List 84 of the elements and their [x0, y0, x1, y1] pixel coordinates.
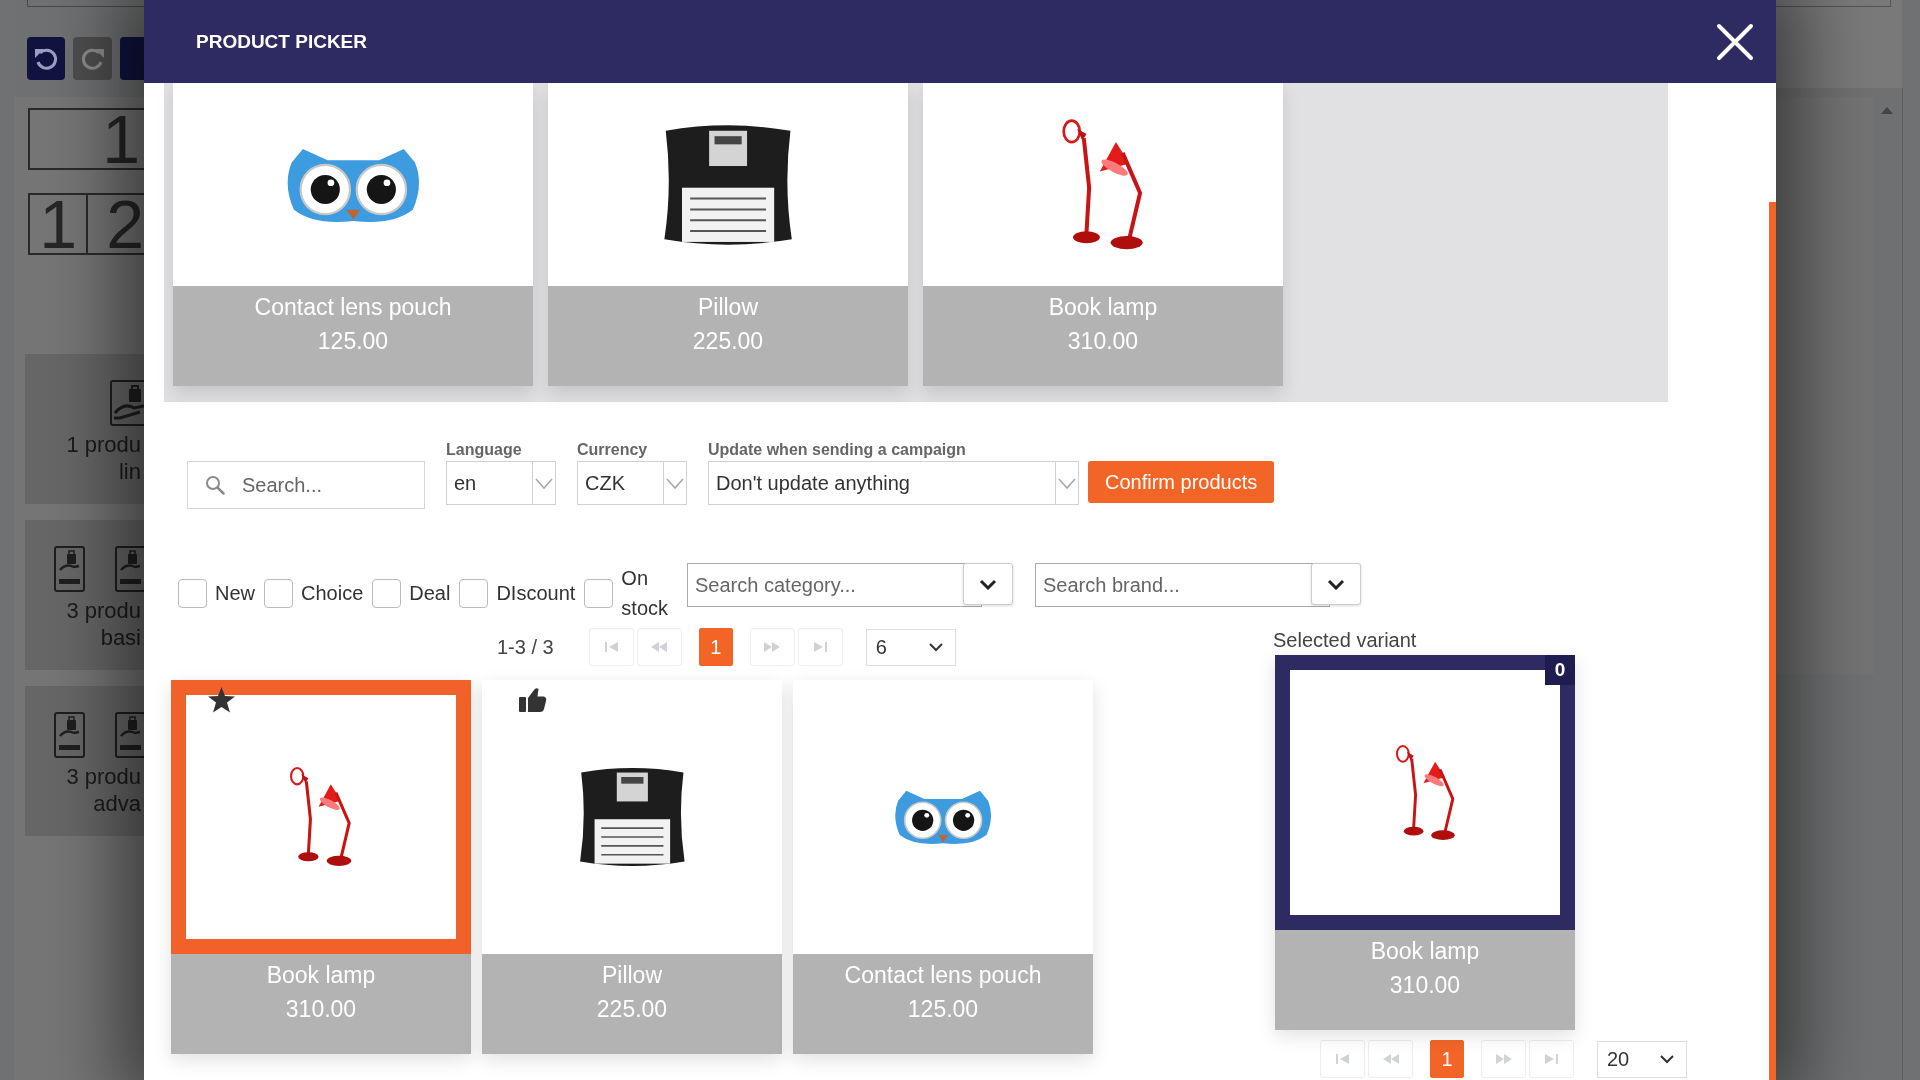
product-name: Book lamp	[266, 961, 376, 990]
chevron-down-icon	[666, 477, 684, 489]
product-name: Book lamp	[1370, 937, 1480, 966]
block-title: 1 produ lin	[66, 431, 142, 485]
field-label: Currency	[577, 440, 648, 460]
checkbox[interactable]	[459, 578, 489, 608]
search-field[interactable]: Search...	[187, 461, 425, 509]
per-page-select[interactable]: 20	[1597, 1040, 1687, 1078]
text-field[interactable]	[27, 0, 144, 7]
product-name: Pillow	[697, 293, 759, 322]
double-left-arrow-icon	[651, 642, 668, 652]
hand-bag-icon	[115, 546, 144, 592]
skip-end-icon	[1545, 1054, 1558, 1064]
chevron-down-icon	[1058, 477, 1076, 489]
checkbox[interactable]	[178, 578, 207, 608]
chevron-down-icon	[1327, 578, 1346, 590]
chevron-down-icon	[1660, 1054, 1674, 1064]
dropdown-button[interactable]	[963, 563, 1014, 605]
product-price: 310.00	[1389, 971, 1461, 1000]
skip-end-icon	[813, 642, 827, 652]
product-name: Pillow	[601, 961, 663, 990]
close-icon[interactable]	[1716, 22, 1754, 61]
category-search-field[interactable]: Search category...	[687, 563, 983, 607]
column-number: 1	[30, 195, 89, 253]
dropdown-select[interactable]: CZK	[577, 461, 687, 505]
checkbox-label: New	[215, 581, 255, 606]
redo-icon	[80, 46, 105, 71]
block-title: 3 produ basi	[66, 597, 142, 651]
checkbox[interactable]	[584, 578, 614, 608]
checkbox[interactable]	[372, 578, 402, 608]
hand-bag-icon	[115, 712, 144, 758]
hand-bag-icon	[110, 380, 144, 426]
dialog-title: PRODUCT PICKER	[196, 30, 367, 53]
text-field[interactable]	[1776, 0, 1891, 7]
chevron-down-icon	[535, 477, 553, 489]
double-left-arrow-icon	[1382, 1054, 1399, 1064]
dropdown-button[interactable]	[1311, 563, 1362, 605]
checkbox-label: Choice	[301, 581, 364, 606]
checkbox-label: On stock	[621, 566, 669, 621]
product-price: 125.00	[907, 995, 979, 1024]
double-right-arrow-icon	[1495, 1054, 1512, 1064]
section-label: Selected variant	[1273, 628, 1417, 652]
column-number: 2	[105, 195, 144, 253]
undo-icon	[34, 46, 59, 71]
skip-start-icon	[1336, 1054, 1349, 1064]
brand-search-field[interactable]: Search brand...	[1035, 563, 1331, 607]
checkbox-label: Deal	[409, 581, 451, 606]
dropdown-select[interactable]: Don't update anything	[708, 461, 1079, 505]
thumbs-up-icon	[519, 687, 547, 712]
product-price: 225.00	[596, 995, 668, 1024]
product-name: Contact lens pouch	[254, 293, 452, 322]
confirm-button[interactable]: Confirm products	[1088, 461, 1275, 503]
content-block[interactable]: 3 produ basi	[25, 520, 144, 670]
product-name: Book lamp	[1048, 293, 1158, 322]
result-range: 1-3 / 3	[497, 635, 554, 659]
skip-start-icon	[604, 642, 618, 652]
block-title: 3 produ adva	[66, 763, 142, 817]
undo-button[interactable]	[27, 37, 66, 80]
toolbar-button[interactable]	[119, 37, 144, 80]
dropdown-select[interactable]: en	[446, 461, 556, 505]
product-price: 310.00	[1067, 327, 1139, 356]
field-label: Update when sending a campaign	[708, 440, 966, 460]
field-label: Language	[446, 440, 522, 460]
product-price: 225.00	[692, 327, 764, 356]
scrollbar-thumb[interactable]	[1769, 202, 1776, 1080]
search-icon	[205, 475, 225, 495]
content-block[interactable]: 1 produ lin	[25, 354, 144, 504]
per-page-select[interactable]: 6	[865, 628, 956, 666]
content-block[interactable]: 3 produ adva	[25, 686, 144, 836]
product-name: Contact lens pouch	[844, 961, 1042, 990]
chevron-down-icon	[979, 578, 998, 590]
chevron-down-icon	[928, 642, 943, 652]
scroll-up-arrow-icon[interactable]	[1881, 107, 1893, 114]
page-button[interactable]: 1	[1430, 1040, 1464, 1078]
hand-bag-icon	[54, 546, 85, 592]
hand-bag-icon	[54, 712, 85, 758]
checkbox[interactable]	[264, 578, 293, 608]
checkbox-label: DIscount	[496, 581, 576, 606]
product-price: 310.00	[285, 995, 357, 1024]
star-icon	[208, 687, 235, 713]
count-badge: 0	[1545, 655, 1575, 685]
page-button[interactable]: 1	[698, 628, 733, 666]
double-right-arrow-icon	[764, 642, 781, 652]
product-price: 125.00	[317, 327, 389, 356]
